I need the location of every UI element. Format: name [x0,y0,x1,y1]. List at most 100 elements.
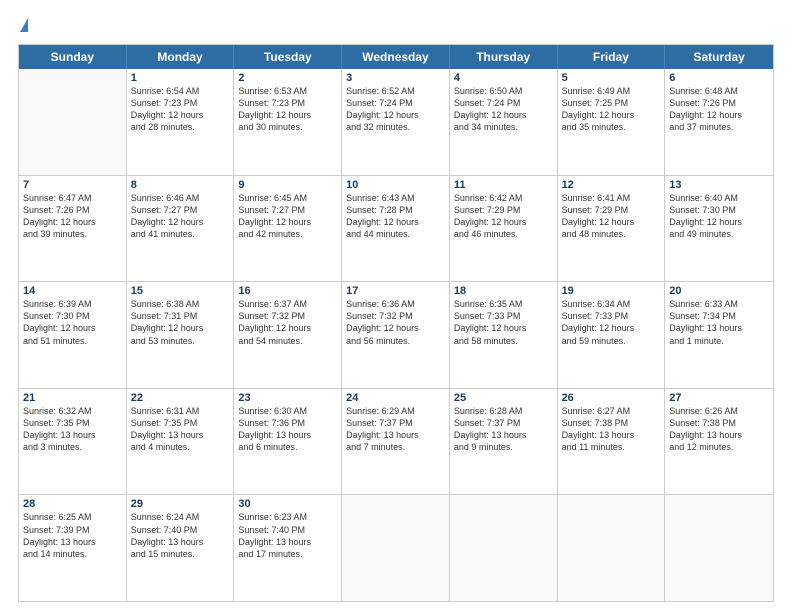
day-number: 6 [669,72,769,84]
calendar-cell: 30Sunrise: 6:23 AM Sunset: 7:40 PM Dayli… [234,495,342,601]
calendar-header-cell: Sunday [19,45,127,69]
day-detail: Sunrise: 6:45 AM Sunset: 7:27 PM Dayligh… [238,192,337,241]
day-number: 10 [346,179,445,191]
calendar-cell: 26Sunrise: 6:27 AM Sunset: 7:38 PM Dayli… [558,389,666,495]
day-number: 30 [238,498,337,510]
day-number: 15 [131,285,230,297]
calendar-cell: 27Sunrise: 6:26 AM Sunset: 7:38 PM Dayli… [665,389,773,495]
calendar-cell: 28Sunrise: 6:25 AM Sunset: 7:39 PM Dayli… [19,495,127,601]
calendar-cell: 11Sunrise: 6:42 AM Sunset: 7:29 PM Dayli… [450,176,558,282]
day-detail: Sunrise: 6:48 AM Sunset: 7:26 PM Dayligh… [669,85,769,134]
calendar-cell: 21Sunrise: 6:32 AM Sunset: 7:35 PM Dayli… [19,389,127,495]
day-number: 21 [23,392,122,404]
day-detail: Sunrise: 6:50 AM Sunset: 7:24 PM Dayligh… [454,85,553,134]
calendar-cell: 15Sunrise: 6:38 AM Sunset: 7:31 PM Dayli… [127,282,235,388]
day-detail: Sunrise: 6:39 AM Sunset: 7:30 PM Dayligh… [23,298,122,347]
calendar-cell: 20Sunrise: 6:33 AM Sunset: 7:34 PM Dayli… [665,282,773,388]
day-detail: Sunrise: 6:46 AM Sunset: 7:27 PM Dayligh… [131,192,230,241]
calendar-cell: 18Sunrise: 6:35 AM Sunset: 7:33 PM Dayli… [450,282,558,388]
day-detail: Sunrise: 6:49 AM Sunset: 7:25 PM Dayligh… [562,85,661,134]
calendar-cell: 13Sunrise: 6:40 AM Sunset: 7:30 PM Dayli… [665,176,773,282]
day-detail: Sunrise: 6:32 AM Sunset: 7:35 PM Dayligh… [23,405,122,454]
calendar-cell [665,495,773,601]
day-detail: Sunrise: 6:40 AM Sunset: 7:30 PM Dayligh… [669,192,769,241]
day-number: 27 [669,392,769,404]
logo-triangle-icon [20,18,28,32]
calendar-cell: 8Sunrise: 6:46 AM Sunset: 7:27 PM Daylig… [127,176,235,282]
day-number: 3 [346,72,445,84]
calendar-cell [342,495,450,601]
day-detail: Sunrise: 6:53 AM Sunset: 7:23 PM Dayligh… [238,85,337,134]
day-detail: Sunrise: 6:47 AM Sunset: 7:26 PM Dayligh… [23,192,122,241]
day-number: 24 [346,392,445,404]
day-number: 29 [131,498,230,510]
calendar-cell: 17Sunrise: 6:36 AM Sunset: 7:32 PM Dayli… [342,282,450,388]
calendar-cell: 4Sunrise: 6:50 AM Sunset: 7:24 PM Daylig… [450,69,558,175]
calendar-cell [450,495,558,601]
calendar-header-cell: Saturday [665,45,773,69]
day-number: 5 [562,72,661,84]
calendar-cell: 19Sunrise: 6:34 AM Sunset: 7:33 PM Dayli… [558,282,666,388]
calendar-header-cell: Monday [127,45,235,69]
day-detail: Sunrise: 6:34 AM Sunset: 7:33 PM Dayligh… [562,298,661,347]
calendar-cell: 12Sunrise: 6:41 AM Sunset: 7:29 PM Dayli… [558,176,666,282]
calendar-cell: 5Sunrise: 6:49 AM Sunset: 7:25 PM Daylig… [558,69,666,175]
day-number: 23 [238,392,337,404]
day-detail: Sunrise: 6:54 AM Sunset: 7:23 PM Dayligh… [131,85,230,134]
day-number: 1 [131,72,230,84]
calendar-cell: 22Sunrise: 6:31 AM Sunset: 7:35 PM Dayli… [127,389,235,495]
day-detail: Sunrise: 6:38 AM Sunset: 7:31 PM Dayligh… [131,298,230,347]
day-detail: Sunrise: 6:25 AM Sunset: 7:39 PM Dayligh… [23,511,122,560]
calendar-header-cell: Thursday [450,45,558,69]
day-number: 13 [669,179,769,191]
day-number: 26 [562,392,661,404]
day-detail: Sunrise: 6:27 AM Sunset: 7:38 PM Dayligh… [562,405,661,454]
calendar-cell: 16Sunrise: 6:37 AM Sunset: 7:32 PM Dayli… [234,282,342,388]
day-number: 8 [131,179,230,191]
calendar-cell: 29Sunrise: 6:24 AM Sunset: 7:40 PM Dayli… [127,495,235,601]
day-detail: Sunrise: 6:31 AM Sunset: 7:35 PM Dayligh… [131,405,230,454]
day-detail: Sunrise: 6:23 AM Sunset: 7:40 PM Dayligh… [238,511,337,560]
calendar-header-row: SundayMondayTuesdayWednesdayThursdayFrid… [19,45,773,69]
calendar-row: 21Sunrise: 6:32 AM Sunset: 7:35 PM Dayli… [19,389,773,496]
day-number: 28 [23,498,122,510]
calendar-row: 14Sunrise: 6:39 AM Sunset: 7:30 PM Dayli… [19,282,773,389]
header [18,18,774,34]
day-number: 12 [562,179,661,191]
calendar-row: 28Sunrise: 6:25 AM Sunset: 7:39 PM Dayli… [19,495,773,601]
day-number: 20 [669,285,769,297]
calendar-cell: 2Sunrise: 6:53 AM Sunset: 7:23 PM Daylig… [234,69,342,175]
calendar-cell: 6Sunrise: 6:48 AM Sunset: 7:26 PM Daylig… [665,69,773,175]
calendar-cell: 3Sunrise: 6:52 AM Sunset: 7:24 PM Daylig… [342,69,450,175]
logo [18,18,28,34]
day-number: 14 [23,285,122,297]
calendar-cell [558,495,666,601]
day-detail: Sunrise: 6:35 AM Sunset: 7:33 PM Dayligh… [454,298,553,347]
calendar-cell: 7Sunrise: 6:47 AM Sunset: 7:26 PM Daylig… [19,176,127,282]
calendar-cell: 25Sunrise: 6:28 AM Sunset: 7:37 PM Dayli… [450,389,558,495]
day-number: 22 [131,392,230,404]
calendar: SundayMondayTuesdayWednesdayThursdayFrid… [18,44,774,602]
calendar-cell: 10Sunrise: 6:43 AM Sunset: 7:28 PM Dayli… [342,176,450,282]
day-number: 18 [454,285,553,297]
calendar-cell: 24Sunrise: 6:29 AM Sunset: 7:37 PM Dayli… [342,389,450,495]
page: SundayMondayTuesdayWednesdayThursdayFrid… [0,0,792,612]
day-detail: Sunrise: 6:43 AM Sunset: 7:28 PM Dayligh… [346,192,445,241]
calendar-header-cell: Tuesday [234,45,342,69]
day-detail: Sunrise: 6:41 AM Sunset: 7:29 PM Dayligh… [562,192,661,241]
day-number: 2 [238,72,337,84]
calendar-cell: 9Sunrise: 6:45 AM Sunset: 7:27 PM Daylig… [234,176,342,282]
day-detail: Sunrise: 6:29 AM Sunset: 7:37 PM Dayligh… [346,405,445,454]
calendar-header-cell: Friday [558,45,666,69]
calendar-cell: 14Sunrise: 6:39 AM Sunset: 7:30 PM Dayli… [19,282,127,388]
calendar-body: 1Sunrise: 6:54 AM Sunset: 7:23 PM Daylig… [19,69,773,601]
day-detail: Sunrise: 6:33 AM Sunset: 7:34 PM Dayligh… [669,298,769,347]
day-detail: Sunrise: 6:30 AM Sunset: 7:36 PM Dayligh… [238,405,337,454]
calendar-cell: 23Sunrise: 6:30 AM Sunset: 7:36 PM Dayli… [234,389,342,495]
calendar-cell [19,69,127,175]
day-detail: Sunrise: 6:42 AM Sunset: 7:29 PM Dayligh… [454,192,553,241]
day-detail: Sunrise: 6:36 AM Sunset: 7:32 PM Dayligh… [346,298,445,347]
day-number: 11 [454,179,553,191]
day-number: 17 [346,285,445,297]
calendar-cell: 1Sunrise: 6:54 AM Sunset: 7:23 PM Daylig… [127,69,235,175]
